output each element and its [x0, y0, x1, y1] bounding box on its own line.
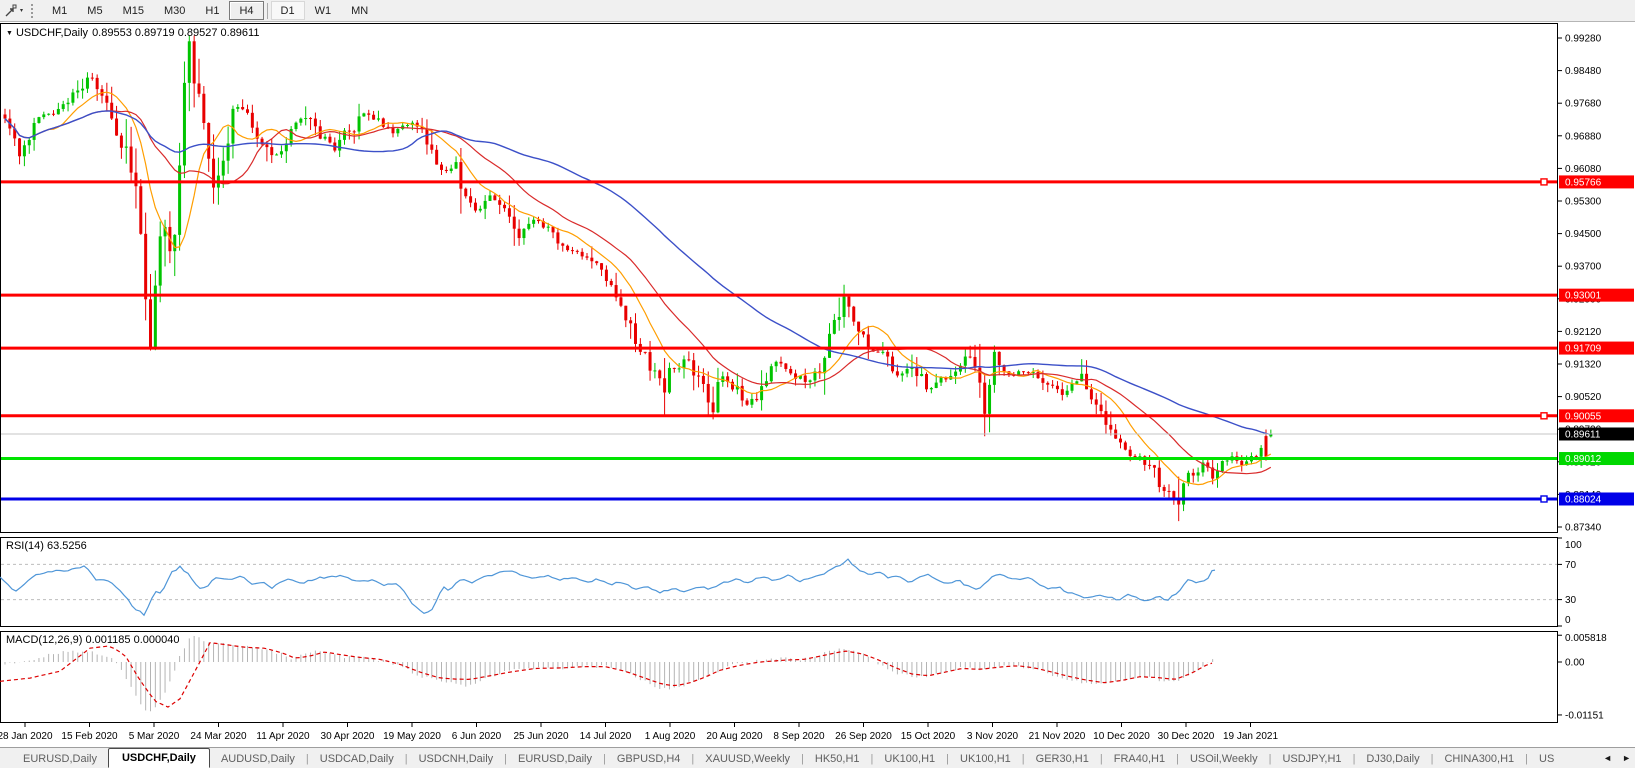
chart-tab-xauusd-weekly[interactable]: XAUUSD,Weekly	[694, 750, 801, 768]
chart-tab-usdcnh-daily[interactable]: USDCNH,Daily	[408, 750, 505, 768]
chart-tab-usdcad-daily[interactable]: USDCAD,Daily	[309, 750, 405, 768]
date-axis-label: 19 Jan 2021	[1223, 731, 1278, 742]
rsi-axis-label: 100	[1565, 540, 1582, 551]
mt4-window: ▾ M1M5M15M30H1H4D1W1MN 0.992800.984800.9…	[0, 0, 1635, 768]
macd-axis-label: 0.005818	[1565, 633, 1607, 644]
rsi-indicator-label: RSI(14) 63.5256	[6, 540, 87, 552]
date-axis-label: 1 Aug 2020	[645, 731, 696, 742]
chart-tab-audusd-daily[interactable]: AUDUSD,Daily	[210, 750, 306, 768]
price-axis-label: 0.96880	[1565, 131, 1602, 142]
hline-marker[interactable]	[1541, 496, 1547, 502]
price-axis-label: 0.87340	[1565, 523, 1602, 534]
chart-tab-china300-h1[interactable]: CHINA300,H1	[1433, 750, 1525, 768]
chart-tab-uk100-h1[interactable]: UK100,H1	[949, 750, 1022, 768]
price-axis-label: 0.98480	[1565, 66, 1602, 77]
rsi-panel[interactable]	[1, 538, 1558, 627]
chart-tab-usoil-weekly[interactable]: USOil,Weekly	[1179, 750, 1269, 768]
macd-panel[interactable]	[1, 632, 1558, 723]
tab-scroll-buttons: ◄ ►	[1601, 751, 1633, 765]
date-axis-label: 21 Nov 2020	[1029, 731, 1086, 742]
hline-marker[interactable]	[1541, 179, 1547, 185]
chart-symbol-title: USDCHF,Daily	[16, 27, 88, 39]
date-axis: 28 Jan 2020 15 Feb 2020 5 Mar 2020 24 Mar 2…	[0, 723, 1278, 742]
price-axis-label: 0.95300	[1565, 197, 1602, 208]
date-axis-label: 30 Dec 2020	[1158, 731, 1215, 742]
chart-tab-eurusd-daily[interactable]: EURUSD,Daily	[12, 750, 108, 768]
chart-tab-hk50-h1[interactable]: HK50,H1	[804, 750, 871, 768]
chart-ohlc-values: 0.89553 0.89719 0.89527 0.89611	[92, 27, 259, 39]
rsi-axis-label: 30	[1565, 595, 1577, 606]
date-axis-label: 25 Jun 2020	[513, 731, 568, 742]
chart-title: ▼USDCHF,Daily 0.89553 0.89719 0.89527 0.8…	[6, 27, 263, 39]
price-axis-label: 0.99280	[1565, 34, 1602, 45]
rsi-axis-label: 0	[1565, 615, 1571, 626]
macd-axis-label: 0.00	[1565, 658, 1585, 669]
price-badge-label: 0.93001	[1565, 291, 1602, 302]
date-axis-label: 15 Oct 2020	[901, 731, 956, 742]
price-badge-label: 0.90055	[1565, 411, 1602, 422]
price-chart-panel[interactable]	[1, 24, 1558, 533]
tabs-scroll-left-icon[interactable]: ◄	[1601, 751, 1614, 765]
date-axis-label: 3 Nov 2020	[967, 731, 1019, 742]
chart-tab-uk100-h1[interactable]: UK100,H1	[873, 750, 946, 768]
date-axis-label: 11 Apr 2020	[256, 731, 310, 742]
chart-canvas[interactable]: 0.99280 0.98480 0.97680 0.96880 0.96080 0.953…	[0, 0, 1635, 747]
date-axis-label: 10 Dec 2020	[1093, 731, 1150, 742]
price-badge-label: 0.89611	[1565, 429, 1601, 440]
price-axis-label: 0.97680	[1565, 99, 1602, 110]
chart-tabs-row: EURUSD,DailyUSDCHF,DailyAUDUSD,Daily|USD…	[0, 748, 1565, 768]
tabs-scroll-right-icon[interactable]: ►	[1620, 751, 1633, 765]
price-badge-label: 0.95766	[1565, 177, 1602, 188]
date-axis-label: 28 Jan 2020	[0, 731, 53, 742]
hline-marker[interactable]	[1541, 413, 1547, 419]
date-axis-label: 8 Sep 2020	[773, 731, 825, 742]
date-axis-label: 19 May 2020	[383, 731, 441, 742]
chart-tab-ger30-h1[interactable]: GER30,H1	[1025, 750, 1100, 768]
macd-indicator-label: MACD(12,26,9) 0.001185 0.000040	[6, 634, 179, 646]
chart-tab-eurusd-daily[interactable]: EURUSD,Daily	[507, 750, 603, 768]
price-badge-label: 0.89012	[1565, 454, 1602, 465]
price-badge-label: 0.88024	[1565, 494, 1602, 505]
rsi-axis-label: 70	[1565, 560, 1577, 571]
price-axis-label: 0.91320	[1565, 360, 1602, 371]
chart-tab-us[interactable]: US	[1528, 750, 1565, 768]
chart-menu-icon[interactable]: ▼	[6, 30, 13, 37]
date-axis-label: 24 Mar 2020	[190, 731, 247, 742]
date-axis-label: 30 Apr 2020	[321, 731, 375, 742]
date-axis-label: 26 Sep 2020	[835, 731, 892, 742]
date-axis-label: 14 Jul 2020	[580, 731, 632, 742]
price-badge-label: 0.91709	[1565, 344, 1602, 355]
price-axis-label: 0.93700	[1565, 262, 1602, 273]
tab-bar: EURUSD,DailyUSDCHF,DailyAUDUSD,Daily|USD…	[0, 747, 1635, 768]
chart-tab-fra40-h1[interactable]: FRA40,H1	[1103, 750, 1176, 768]
date-axis-label: 6 Jun 2020	[452, 731, 502, 742]
macd-axis-label: -0.01151	[1565, 710, 1604, 721]
price-axis-label: 0.94500	[1565, 229, 1602, 240]
chart-tab-dj30-daily[interactable]: DJ30,Daily	[1355, 750, 1430, 768]
date-axis-label: 20 Aug 2020	[706, 731, 763, 742]
chart-tab-usdjpy-h1[interactable]: USDJPY,H1	[1271, 750, 1352, 768]
date-axis-label: 5 Mar 2020	[129, 731, 180, 742]
price-axis: 0.99280 0.98480 0.97680 0.96880 0.96080 0.953…	[1558, 34, 1634, 534]
date-axis-label: 15 Feb 2020	[61, 731, 118, 742]
chart-tab-gbpusd-h4[interactable]: GBPUSD,H4	[606, 750, 692, 768]
chart-tab-usdchf-daily[interactable]: USDCHF,Daily	[108, 748, 210, 768]
price-axis-label: 0.90520	[1565, 392, 1602, 403]
price-axis-label: 0.96080	[1565, 164, 1602, 175]
price-axis-label: 0.92120	[1565, 327, 1602, 338]
